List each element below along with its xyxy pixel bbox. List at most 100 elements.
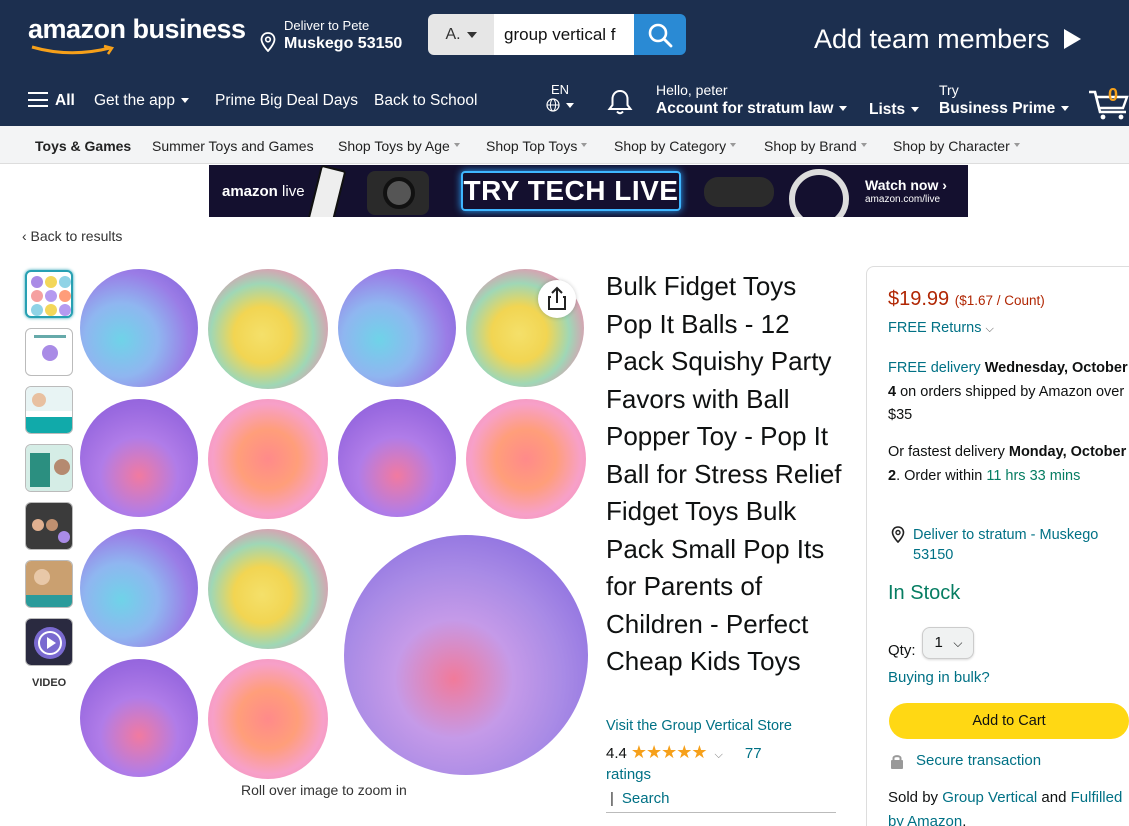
lists-menu[interactable]: Lists [869,101,920,119]
search-this-page-link[interactable]: Search [622,790,670,807]
chevron-down-icon: ⌵ [985,323,994,335]
language-selector[interactable]: EN [546,82,574,113]
banner-brand: amazon [222,183,278,200]
chevron-down-icon[interactable]: ⌵ [715,749,723,761]
ratings-count-link[interactable]: 77 [745,745,762,762]
subnav-by-category[interactable]: Shop by Category [614,138,737,154]
seller-link[interactable]: Group Vertical [942,789,1037,806]
search-category-dropdown[interactable]: A. [428,14,494,55]
deliver-to-address-link[interactable]: Deliver to stratum - Muskego 53150 [913,525,1123,565]
amazon-live-banner[interactable]: amazon live TRY TECH LIVE Watch now › am… [209,165,968,217]
account-label: Account for stratum law [656,100,834,117]
stock-status: In Stock [888,582,961,604]
play-icon [38,631,62,655]
thumbnail-3[interactable] [25,386,73,434]
play-arrow-icon [1063,29,1081,49]
logo-text: amazon business [28,14,246,44]
caret-down-icon [453,143,460,147]
quantity-selector-row: Qty: 1 ⌵ [888,627,974,667]
all-menu-button[interactable]: All [55,92,75,110]
caret-down-icon [581,143,588,147]
rating-value: 4.4 [606,745,627,762]
location-pin-icon [891,526,905,543]
store-link[interactable]: Visit the Group Vertical Store [606,718,792,734]
video-thumbnail[interactable] [25,618,73,666]
business-prime-label: Business Prime [939,100,1056,117]
free-delivery-link[interactable]: FREE delivery [888,360,981,376]
amazon-business-logo[interactable]: amazon business [28,14,246,55]
chevron-down-icon: ⌵ [953,636,963,650]
ratings-link[interactable]: ratings [606,766,651,783]
fastest-mid: . Order within [896,467,987,484]
sold-end: . [962,812,967,826]
search-link-row: | Search [610,790,677,807]
add-team-members-link[interactable]: Add team members [814,24,1081,55]
price: $19.99 ($1.67 / Count) [888,288,1045,311]
subnav-label: Shop Toys by Age [338,138,450,154]
thumbnail-5[interactable] [25,502,73,550]
try-label: Try [939,82,959,98]
search-input[interactable] [494,14,634,55]
account-menu[interactable]: Hello, peter Account for stratum law [656,82,848,118]
business-prime-menu[interactable]: Try Business Prime [939,82,1070,118]
free-returns-link[interactable]: FREE Returns ⌵ [888,320,994,336]
hamburger-menu-icon[interactable] [28,92,48,107]
subnav-by-character[interactable]: Shop by Character [893,138,1020,154]
fastest-prefix: Or fastest delivery [888,444,1009,460]
caret-down-icon [730,143,737,147]
back-to-results-link[interactable]: ‹ Back to results [22,228,122,244]
thumbnail-2[interactable] [25,328,73,376]
globe-icon [546,98,560,112]
subnav-toys-games[interactable]: Toys & Games [35,138,131,154]
caret-down-icon [911,107,920,112]
back-to-school-link[interactable]: Back to School [374,92,477,110]
subnav-by-brand[interactable]: Shop by Brand [764,138,867,154]
caret-down-icon [566,103,574,108]
subnav-summer-toys[interactable]: Summer Toys and Games [152,138,314,154]
thumbnail-6[interactable] [25,560,73,608]
buying-in-bulk-link[interactable]: Buying in bulk? [888,669,990,686]
secure-transaction-link[interactable]: Secure transaction [916,752,1041,769]
caret-down-icon [860,143,867,147]
subnav-toys-by-age[interactable]: Shop Toys by Age [338,138,460,154]
zoom-hint: Roll over image to zoom in [241,782,407,798]
product-main-image[interactable] [78,265,590,780]
lists-label: Lists [869,101,906,118]
add-to-cart-button[interactable]: Add to Cart [889,703,1129,739]
category-subnav: Toys & Games Summer Toys and Games Shop … [0,126,1129,164]
prime-big-deal-days-link[interactable]: Prime Big Deal Days [215,92,358,110]
main-nav-bar: All Get the app Prime Big Deal Days Back… [0,72,1129,126]
sold-mid: and [1037,789,1071,806]
thumbnail-1[interactable] [25,270,73,318]
subnav-label: Shop by Brand [764,138,857,154]
notification-bell-icon[interactable] [607,88,633,116]
subnav-label: Shop by Character [893,138,1010,154]
price-value: $19.99 [888,288,950,310]
subnav-label: Shop Top Toys [486,138,578,154]
share-button[interactable] [538,280,576,318]
caret-down-icon [1061,106,1070,111]
headphones-image [789,169,849,217]
banner-headline: TRY TECH LIVE [461,171,681,211]
returns-label: FREE Returns [888,320,982,336]
search-bar: A. [428,14,686,55]
divider [606,812,836,813]
thumbnail-4[interactable] [25,444,73,492]
caret-down-icon [839,106,848,111]
search-icon [648,23,673,47]
location-pin-icon [260,32,276,52]
phone-image [307,165,347,217]
watch-now-link: Watch now › [865,177,947,193]
star-rating-icon[interactable]: ★★★★★ [631,742,708,762]
lock-icon [891,755,903,769]
caret-down-icon [1013,143,1020,147]
quantity-dropdown[interactable]: 1 ⌵ [921,627,974,659]
banner-url: amazon.com/live [865,194,941,205]
cart-count-badge: 0 [1108,85,1119,105]
greeting-label: Hello, peter [656,82,728,98]
get-the-app-menu[interactable]: Get the app [94,92,190,110]
delivery-suffix: on orders shipped by Amazon over $35 [888,383,1125,424]
search-button[interactable] [634,14,686,55]
subnav-top-toys[interactable]: Shop Top Toys [486,138,588,154]
amazon-live-logo: amazon live [222,183,305,200]
